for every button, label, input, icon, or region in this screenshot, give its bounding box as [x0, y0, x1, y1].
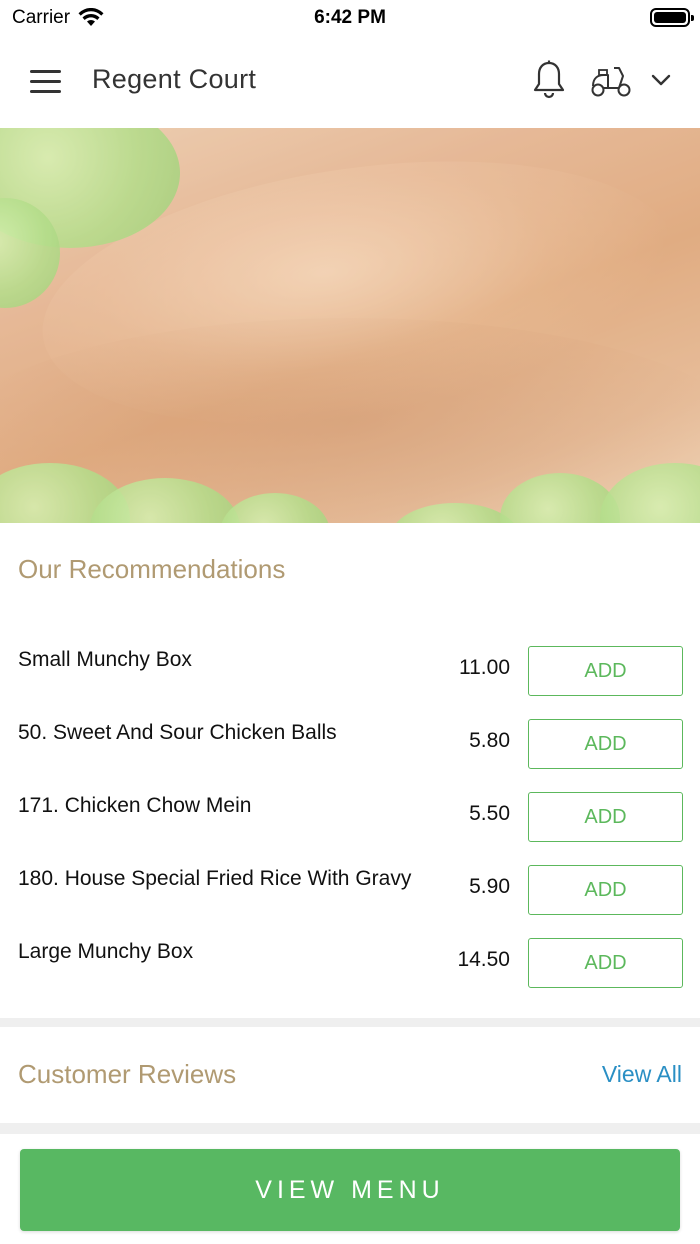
chevron-down-icon[interactable]	[650, 72, 672, 88]
bell-icon[interactable]	[532, 60, 566, 100]
view-menu-button[interactable]: VIEW MENU	[20, 1149, 680, 1231]
recommendation-row: 171. Chicken Chow Mein 5.50 ADD	[0, 792, 700, 844]
hamburger-menu-icon[interactable]	[30, 70, 62, 93]
item-name: Large Munchy Box	[18, 940, 194, 963]
item-price: 5.90	[469, 875, 510, 898]
status-bar: Carrier 6:42 PM	[0, 0, 700, 36]
item-name: Small Munchy Box	[18, 648, 192, 671]
recommendation-row: Small Munchy Box 11.00 ADD	[0, 646, 700, 698]
app-header: Regent Court	[0, 36, 700, 128]
recommendations-heading: Our Recommendations	[18, 554, 286, 584]
add-button[interactable]: ADD	[528, 719, 683, 769]
battery-icon	[650, 8, 694, 27]
add-button[interactable]: ADD	[528, 646, 683, 696]
add-button[interactable]: ADD	[528, 938, 683, 988]
item-price: 5.80	[469, 729, 510, 752]
delivery-scooter-icon[interactable]	[590, 64, 632, 98]
item-name: 180. House Special Fried Rice With Gravy	[18, 867, 412, 890]
item-name: 171. Chicken Chow Mein	[18, 794, 252, 817]
item-price: 14.50	[457, 948, 510, 971]
add-button[interactable]: ADD	[528, 792, 683, 842]
view-all-reviews-link[interactable]: View All	[602, 1061, 682, 1088]
customer-reviews-heading: Customer Reviews	[18, 1059, 237, 1089]
item-name: 50. Sweet And Sour Chicken Balls	[18, 721, 337, 744]
section-divider	[0, 1018, 700, 1027]
status-time: 6:42 PM	[314, 7, 386, 28]
section-divider	[0, 1123, 700, 1134]
add-button[interactable]: ADD	[528, 865, 683, 915]
recommendation-row: Large Munchy Box 14.50 ADD	[0, 938, 700, 990]
item-price: 11.00	[459, 656, 510, 679]
recommendation-row: 180. House Special Fried Rice With Gravy…	[0, 865, 700, 917]
hero-food-image	[0, 128, 700, 523]
item-price: 5.50	[469, 802, 510, 825]
recommendation-row: 50. Sweet And Sour Chicken Balls 5.80 AD…	[0, 719, 700, 771]
restaurant-title: Regent Court	[92, 64, 257, 94]
